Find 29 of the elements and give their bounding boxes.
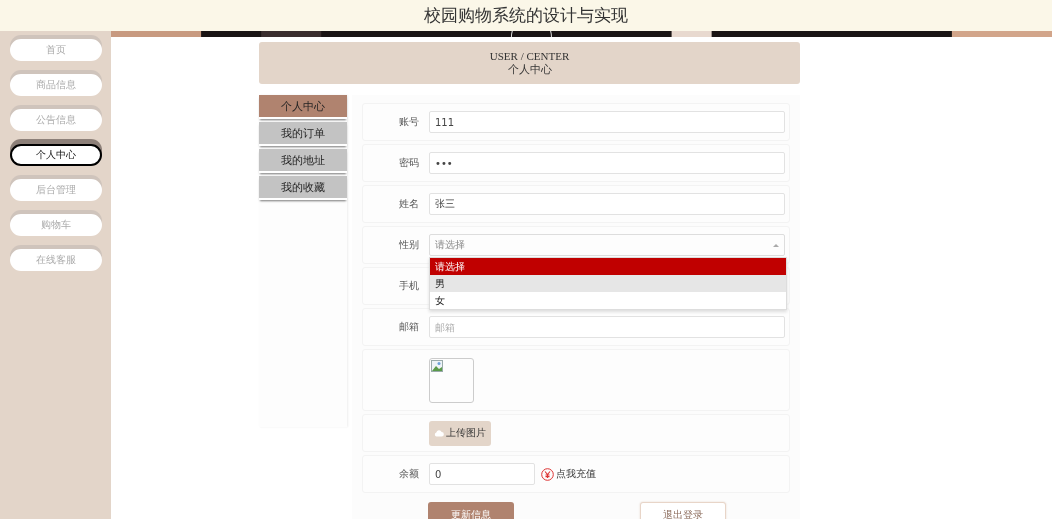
- input-field[interactable]: 111: [429, 111, 785, 133]
- field-label: 性别: [398, 238, 420, 252]
- tab[interactable]: 我的地址: [259, 149, 347, 173]
- site-title: 校园购物系统的设计与实现: [424, 4, 628, 27]
- select-field[interactable]: 请选择: [429, 234, 785, 256]
- field-label: 账号: [398, 115, 420, 129]
- dropdown-option[interactable]: 请选择: [430, 258, 786, 275]
- field-label: 密码: [398, 156, 420, 170]
- cloud-icon: [434, 429, 444, 437]
- broken-image-icon: [431, 359, 443, 372]
- input-field[interactable]: 邮箱: [429, 316, 785, 338]
- field-label: 手机: [398, 279, 420, 293]
- recharge-link[interactable]: 点我充值: [541, 467, 596, 481]
- section-title: 个人中心: [507, 61, 552, 77]
- section-title-en: USER / CENTER: [489, 49, 570, 62]
- input-field[interactable]: •••: [429, 152, 785, 174]
- upload-button[interactable]: 上传图片: [429, 420, 491, 446]
- yen-icon: [541, 467, 554, 481]
- tab[interactable]: 个人中心: [259, 95, 347, 119]
- field-label: 余额: [398, 467, 420, 481]
- field-label: 邮箱: [398, 320, 420, 334]
- tab[interactable]: 我的收藏: [259, 176, 347, 200]
- input-field[interactable]: 张三: [429, 193, 785, 215]
- tab[interactable]: 我的订单: [259, 122, 347, 146]
- dropdown-option[interactable]: 女: [430, 292, 786, 309]
- field-label: 姓名: [398, 197, 420, 211]
- logout-button[interactable]: 退出登录: [640, 502, 726, 519]
- input-field[interactable]: 0: [429, 463, 535, 485]
- dropdown-option[interactable]: 男: [430, 275, 786, 292]
